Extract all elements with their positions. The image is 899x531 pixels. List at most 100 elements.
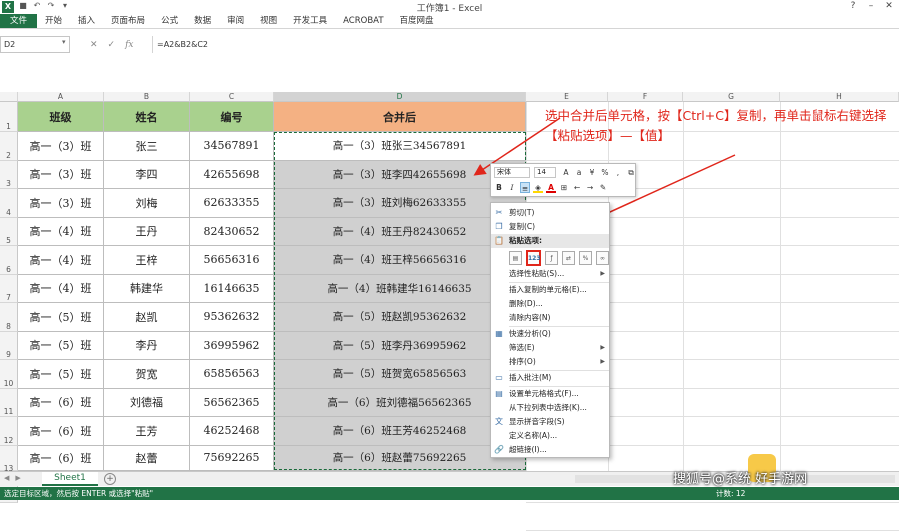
- menu-item-insert-copied[interactable]: 插入复制的单元格(E)...: [491, 283, 609, 297]
- cell-name[interactable]: 赵蕾: [104, 445, 190, 471]
- cell-number[interactable]: 62633355: [190, 189, 274, 218]
- column-header-g[interactable]: G: [683, 92, 780, 102]
- paste-icon[interactable]: ▤: [509, 251, 522, 265]
- cell-merged[interactable]: 高一（5）班赵凯95362632: [274, 303, 526, 332]
- paste-formulas-icon[interactable]: ƒ: [545, 251, 558, 265]
- cell-number[interactable]: 82430652: [190, 217, 274, 246]
- menu-item-copy[interactable]: ❐ 复制(C): [491, 220, 609, 234]
- clear-format-icon[interactable]: ✎: [598, 182, 608, 193]
- comma-icon[interactable]: ,: [613, 167, 623, 178]
- column-header-b[interactable]: B: [104, 92, 190, 102]
- tab-review[interactable]: 审阅: [219, 14, 252, 28]
- cell-name[interactable]: 王丹: [104, 217, 190, 246]
- increase-decimal-icon[interactable]: ←: [572, 182, 582, 193]
- row-header-3[interactable]: 3: [0, 160, 18, 189]
- cell-name[interactable]: 刘德福: [104, 388, 190, 417]
- cell-number[interactable]: 65856563: [190, 360, 274, 389]
- cell-class[interactable]: 高一（5）班: [18, 303, 104, 332]
- menu-item-clear-contents[interactable]: 清除内容(N): [491, 311, 609, 325]
- cell-merged[interactable]: 高一（3）班李四42655698: [274, 160, 526, 189]
- cell-merged[interactable]: 高一（4）班王梓56656316: [274, 246, 526, 275]
- paste-values-icon[interactable]: 123: [526, 250, 541, 266]
- column-header-e[interactable]: E: [526, 92, 608, 102]
- sheet-next-icon[interactable]: ▶: [15, 474, 20, 482]
- cell-number[interactable]: 95362632: [190, 303, 274, 332]
- paste-link-icon[interactable]: ∞: [596, 251, 609, 265]
- fill-color-icon[interactable]: ◈: [533, 182, 543, 193]
- cancel-icon[interactable]: ✕: [90, 40, 98, 50]
- add-sheet-icon[interactable]: +: [104, 473, 116, 485]
- cell-class[interactable]: 高一（4）班: [18, 274, 104, 303]
- close-icon[interactable]: ✕: [881, 0, 897, 13]
- menu-item-quick-analysis[interactable]: ▦ 快速分析(Q): [491, 327, 609, 341]
- align-center-icon[interactable]: ≡: [520, 182, 530, 193]
- percent-icon[interactable]: %: [600, 167, 610, 178]
- row-header-4[interactable]: 4: [0, 189, 18, 218]
- cell-merged[interactable]: 高一（3）班刘梅62633355: [274, 189, 526, 218]
- italic-icon[interactable]: I: [507, 182, 517, 193]
- chevron-down-icon[interactable]: ▾: [62, 38, 66, 46]
- menu-item-cut[interactable]: ✂ 剪切(T): [491, 206, 609, 220]
- column-header-d[interactable]: D: [274, 92, 526, 102]
- tab-page-layout[interactable]: 页面布局: [103, 14, 153, 28]
- cell-merged[interactable]: 高一（5）班贺宽65856563: [274, 360, 526, 389]
- row-header-7[interactable]: 7: [0, 274, 18, 303]
- menu-item-filter[interactable]: 筛选(E) ▶: [491, 341, 609, 355]
- paste-transpose-icon[interactable]: ⇄: [562, 251, 575, 265]
- select-all-corner[interactable]: [0, 92, 18, 102]
- cell-number[interactable]: 56656316: [190, 246, 274, 275]
- row-header-6[interactable]: 6: [0, 246, 18, 275]
- row-header-8[interactable]: 8: [0, 303, 18, 332]
- cell-merged[interactable]: 高一（6）班刘德福56562365: [274, 388, 526, 417]
- cell-merged[interactable]: 高一（4）班韩建华16146635: [274, 274, 526, 303]
- cell-class[interactable]: 高一（4）班: [18, 217, 104, 246]
- increase-font-icon[interactable]: A: [561, 167, 571, 178]
- cell-number[interactable]: 36995962: [190, 331, 274, 360]
- menu-item-delete[interactable]: 删除(D)...: [491, 297, 609, 311]
- row-header-1[interactable]: 1: [0, 102, 18, 132]
- cell-number[interactable]: 42655698: [190, 160, 274, 189]
- menu-item-show-phonetic[interactable]: 文显示拼音字段(S): [491, 415, 609, 429]
- font-name-select[interactable]: 宋体: [494, 167, 530, 178]
- help-icon[interactable]: ?: [845, 0, 861, 13]
- enter-icon[interactable]: ✓: [108, 40, 116, 50]
- cell-name[interactable]: 王梓: [104, 246, 190, 275]
- row-header-9[interactable]: 9: [0, 331, 18, 360]
- cell-name[interactable]: 李四: [104, 160, 190, 189]
- cell-class[interactable]: 高一（6）班: [18, 445, 104, 471]
- tab-file[interactable]: 文件: [0, 14, 38, 28]
- cell-class[interactable]: 高一（6）班: [18, 417, 104, 446]
- column-header-a[interactable]: A: [18, 92, 104, 102]
- currency-icon[interactable]: ¥: [587, 167, 597, 178]
- column-header-c[interactable]: C: [190, 92, 274, 102]
- header-name[interactable]: 姓名: [104, 102, 190, 132]
- cell-class[interactable]: 高一（3）班: [18, 160, 104, 189]
- header-merged[interactable]: 合并后: [274, 102, 526, 132]
- cell-class[interactable]: 高一（6）班: [18, 388, 104, 417]
- cell-number[interactable]: 46252468: [190, 417, 274, 446]
- menu-item-sort[interactable]: 排序(O) ▶: [491, 355, 609, 369]
- tab-developer[interactable]: 开发工具: [285, 14, 335, 28]
- cell-merged[interactable]: 高一（6）班王芳46252468: [274, 417, 526, 446]
- decrease-decimal-icon[interactable]: →: [585, 182, 595, 193]
- bold-icon[interactable]: B: [494, 182, 504, 193]
- menu-item-define-name[interactable]: 定义名称(A)...: [491, 429, 609, 443]
- row-header-11[interactable]: 11: [0, 388, 18, 417]
- borders-icon[interactable]: ⊞: [559, 182, 569, 193]
- decrease-font-icon[interactable]: a: [574, 167, 584, 178]
- cell-class[interactable]: 高一（5）班: [18, 331, 104, 360]
- sheet-tab-sheet1[interactable]: Sheet1: [42, 472, 98, 486]
- paste-formatting-icon[interactable]: %: [579, 251, 592, 265]
- tab-home[interactable]: 开始: [37, 14, 70, 28]
- tab-view[interactable]: 视图: [252, 14, 285, 28]
- cell-number[interactable]: 75692265: [190, 445, 274, 471]
- row-header-5[interactable]: 5: [0, 217, 18, 246]
- name-box[interactable]: D2: [0, 36, 70, 53]
- tab-formulas[interactable]: 公式: [153, 14, 186, 28]
- tab-insert[interactable]: 插入: [70, 14, 103, 28]
- cell-name[interactable]: 张三: [104, 132, 190, 161]
- cell-name[interactable]: 刘梅: [104, 189, 190, 218]
- cell-merged[interactable]: 高一（5）班李丹36995962: [274, 331, 526, 360]
- cell-class[interactable]: 高一（5）班: [18, 360, 104, 389]
- cell-name[interactable]: 韩建华: [104, 274, 190, 303]
